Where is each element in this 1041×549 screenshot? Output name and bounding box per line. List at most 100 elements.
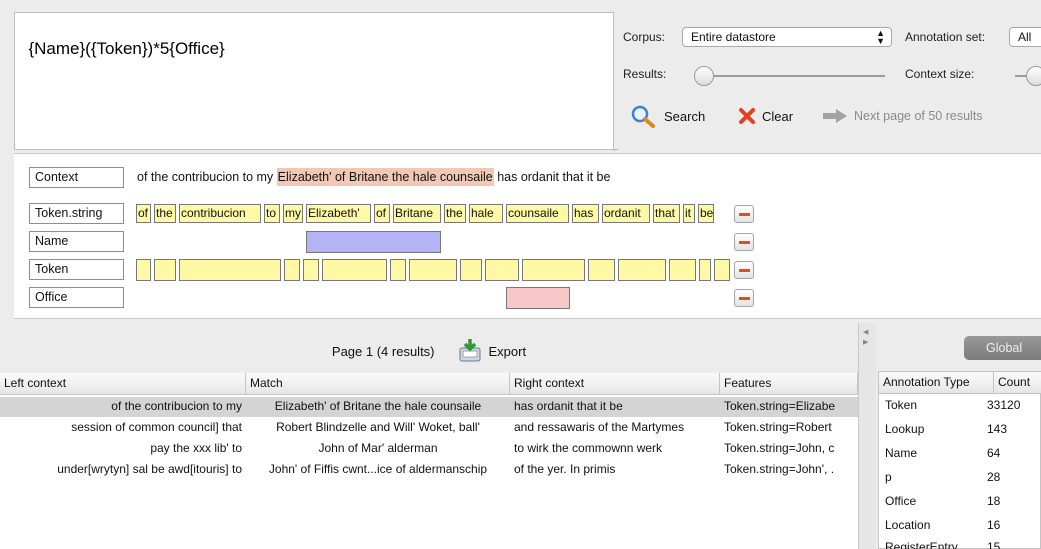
row-label-name[interactable]: Name [29,231,124,252]
results-panel: Page 1 (4 results) Export Left context M… [0,323,858,549]
stats-count-cell: 16 [987,518,1001,532]
token-annotation-box[interactable] [303,259,319,281]
features-cell: Token.string=Robert [724,420,832,434]
right-context-cell: of the yer. In primis [514,462,616,476]
match-cell: Robert Blindzelle and Will' Woket, ball' [276,420,480,434]
context-match: Elizabeth' of Britane the hale counsaile [276,168,494,186]
split-pane-divider[interactable]: ◀ ▶ [858,323,876,549]
clear-button[interactable]: Clear [738,104,793,128]
token-annotation-box[interactable] [460,259,482,281]
corpus-select-value: Entire datastore [691,30,776,44]
office-annotation-box[interactable] [506,287,570,309]
remove-name-row-button[interactable] [734,233,754,251]
export-button[interactable]: Export [457,338,527,364]
token-string-cell[interactable]: that [653,204,680,223]
stats-count-cell: 33120 [987,398,1021,412]
token-annotation-box[interactable] [179,259,281,281]
left-context-cell: pay the xxx lib' to [150,441,242,455]
collapse-right-arrow-icon: ▶ [863,339,869,346]
features-cell: Token.string=John, c [724,441,835,455]
token-annotation-box[interactable] [522,259,585,281]
collapse-left-arrow-icon: ◀ [863,329,869,336]
query-text: {Name}({Token})*5{Office} [28,39,225,58]
token-annotation-box[interactable] [669,259,696,281]
results-label: Results: [623,67,667,81]
left-context-cell: of the contribucion to my [111,399,242,413]
token-annotation-box[interactable] [322,259,387,281]
token-annotation-box[interactable] [136,259,151,281]
stats-header-count[interactable]: Count [994,372,1041,394]
token-string-cell[interactable]: ordanit [602,204,650,223]
token-string-cell[interactable]: the [444,204,466,223]
results-slider-track[interactable] [700,75,885,77]
remove-token-row-button[interactable] [734,261,754,279]
token-string-cell[interactable]: the [154,204,176,223]
results-slider-knob[interactable] [694,66,714,86]
token-string-cell[interactable]: Elizabeth' [306,204,371,223]
stats-type-cell: Office [885,494,917,508]
remove-office-row-button[interactable] [734,289,754,307]
row-label-token[interactable]: Token [29,259,124,280]
features-cell: Token.string=John', . [724,462,835,476]
corpus-select[interactable]: Entire datastore ▲ ▼ [682,27,892,47]
left-context-cell: session of common council] that [71,420,242,434]
token-string-cell[interactable]: of [136,204,151,223]
token-string-cell[interactable]: be [698,204,714,223]
token-string-cell[interactable]: Britane [393,204,441,223]
token-annotation-box[interactable] [154,259,176,281]
export-icon [459,339,481,362]
token-string-cell[interactable]: my [283,204,303,223]
token-annotation-box[interactable] [284,259,300,281]
row-label-office[interactable]: Office [29,287,124,308]
results-header: Page 1 (4 results) Export [0,337,858,365]
left-context-cell: under[wrytyn] sal be awd[itouris] to [57,462,242,476]
right-context-cell: and ressawaris of the Martymes [514,420,685,434]
match-cell: John of Mar' alderman [318,441,438,455]
annotation-stack-panel: Context Token.string Name Token Office o… [14,153,1041,319]
token-annotation-box[interactable] [714,259,730,281]
token-annotation-box[interactable] [588,259,615,281]
export-label: Export [488,343,527,359]
stats-count-cell: 15 [987,540,1001,549]
corpus-label: Corpus: [623,30,666,44]
token-annotation-box[interactable] [485,259,519,281]
row-label-token-string[interactable]: Token.string [29,203,124,224]
token-annotation-box[interactable] [699,259,711,281]
column-header-right-context[interactable]: Right context [510,373,720,395]
row-label-context[interactable]: Context [29,167,124,188]
token-string-cell[interactable]: of [374,204,390,223]
token-string-cell[interactable]: hale [469,204,503,223]
stats-header-type[interactable]: Annotation Type [879,372,994,394]
select-arrows-icon: ▲ ▼ [876,28,885,46]
column-header-left-context[interactable]: Left context [0,373,246,395]
context-size-slider-knob[interactable] [1026,66,1041,86]
context-after: has ordanit that it be [497,170,611,184]
stats-type-cell: Name [885,446,918,460]
stats-count-cell: 143 [987,422,1008,436]
context-text: of the contribucion to my Elizabeth' of … [137,167,610,188]
features-cell: Token.string=Elizabe [724,399,836,413]
clear-icon [739,108,755,124]
token-string-cell[interactable]: it [683,204,695,223]
column-header-match[interactable]: Match [246,373,510,395]
token-string-cell[interactable]: contribucion [179,204,261,223]
search-button[interactable]: Search [630,104,705,128]
annotation-set-select[interactable]: All [1009,27,1041,47]
remove-token-string-row-button[interactable] [734,205,754,223]
arrow-right-icon [823,109,847,123]
token-string-cell[interactable]: has [572,204,599,223]
token-annotation-box[interactable] [618,259,666,281]
query-editor[interactable]: {Name}({Token})*5{Office} [14,12,614,150]
column-header-features[interactable]: Features [720,373,858,395]
match-cell: John' of Fiffis cwnt...ice of aldermansc… [268,462,488,476]
token-annotation-box[interactable] [409,259,457,281]
next-page-button[interactable]: Next page of 50 results [822,104,983,128]
token-string-cell[interactable]: to [264,204,280,223]
name-annotation-box[interactable] [306,231,441,253]
tab-global[interactable]: Global [964,336,1041,360]
statistics-panel: Global Annotation Type Count Token 33120… [876,323,1041,549]
context-size-label: Context size: [905,67,975,81]
token-string-cell[interactable]: counsaile [506,204,569,223]
token-annotation-box[interactable] [390,259,406,281]
results-table: Left context Match Right context Feature… [0,373,858,549]
